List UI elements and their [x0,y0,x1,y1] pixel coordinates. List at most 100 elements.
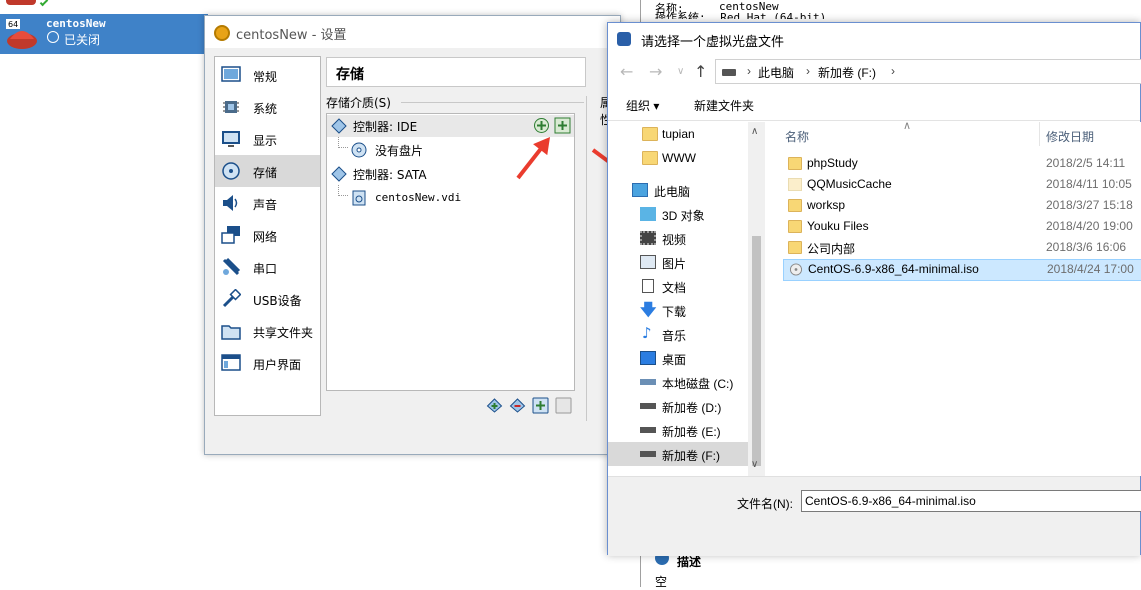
splitter[interactable] [586,96,587,421]
video-icon [640,231,656,245]
add-controller-icon[interactable] [486,397,503,414]
scroll-down-icon[interactable]: ∨ [751,459,758,470]
address-bar[interactable]: › 此电脑 › 新加卷 (F:) › [715,59,1141,84]
nav-item-tupian[interactable]: tupian [608,122,748,146]
drive-icon [640,403,656,409]
column-header-modified[interactable]: 修改日期 [1046,128,1094,145]
file-date: 2018/2/5 14:11 [1046,156,1126,170]
breadcrumb-this-pc[interactable]: 此电脑 [758,64,794,81]
up-icon[interactable]: ↑ [694,62,707,81]
nav-item-label: 此电脑 [654,185,691,199]
new-folder-button[interactable]: 新建文件夹 [694,97,754,114]
nav-item-display[interactable]: 显示 [215,123,320,155]
nav-item-drive-f[interactable]: 新加卷 (F:) [608,442,748,466]
navigation-bar: ← → ∨ ↑ › 此电脑 › 新加卷 (F:) › [608,55,1141,88]
nav-label: 声音 [253,198,278,212]
nav-item-label: 新加卷 (E:) [662,425,721,439]
download-icon: 🡇 [640,300,657,319]
user-interface-icon [221,354,241,371]
iso-disc-icon [789,263,803,276]
column-header-name[interactable]: 名称 [785,128,809,145]
nav-item-documents[interactable]: 文档 [608,274,748,298]
column-separator[interactable] [1039,122,1040,146]
nav-item-this-pc[interactable]: 此电脑 [608,178,748,202]
computer-icon [632,183,648,197]
drive-icon [640,427,656,433]
hard-disk-icon [352,190,366,206]
nav-item-label: 视频 [662,233,687,247]
page-header: 存储 [326,57,586,87]
desktop-icon [640,351,656,365]
add-attachment-icon[interactable] [532,397,549,414]
file-date: 2018/3/6 16:06 [1046,240,1127,254]
nav-item-label: 新加卷 (D:) [662,401,722,415]
nav-item-www[interactable]: WWW [608,146,748,170]
file-row-selected[interactable]: CentOS-6.9-x86_64-minimal.iso 2018/4/24 … [783,259,1141,281]
nav-item-user-interface[interactable]: 用户界面 [215,347,320,379]
nav-label: 系统 [253,102,278,116]
file-date: 2018/3/27 15:18 [1046,198,1133,212]
file-row[interactable]: Youku Files 2018/4/20 19:00 [783,217,1141,237]
nav-item-label: 文档 [662,281,687,295]
breadcrumb-separator: › [806,64,810,78]
file-dialog-titlebar[interactable]: 请选择一个虚拟光盘文件 [608,23,1140,54]
tree-label: centosNew.vdi [375,191,462,204]
nav-item-3d-objects[interactable]: 3D 对象 [608,202,748,226]
remove-controller-icon[interactable] [509,397,526,414]
file-row[interactable]: worksp 2018/3/27 15:18 [783,196,1141,216]
add-hard-disk-icon[interactable] [554,117,571,134]
file-date: 2018/4/24 17:00 [1047,262,1134,276]
scrollbar-thumb[interactable] [752,236,761,466]
file-row[interactable]: phpStudy 2018/2/5 14:11 [783,154,1141,174]
forward-icon[interactable]: → [649,62,662,81]
file-name: worksp [807,198,846,212]
pc-icon [722,69,736,76]
file-row[interactable]: QQMusicCache 2018/4/11 10:05 [783,175,1141,195]
vm-os-icon: 64 [4,17,38,51]
documents-icon [642,279,654,293]
nav-item-music[interactable]: ♪ 音乐 [608,322,748,346]
nav-item-videos[interactable]: 视频 [608,226,748,250]
file-name: phpStudy [807,156,858,170]
nav-item-system[interactable]: 系统 [215,91,320,123]
organize-button[interactable]: 组织 ▾ [626,97,659,114]
nav-item-drive-d[interactable]: 新加卷 (D:) [608,394,748,418]
nav-item-drive-e[interactable]: 新加卷 (E:) [608,418,748,442]
nav-item-downloads[interactable]: 🡇 下载 [608,298,748,322]
nav-item-audio[interactable]: 声音 [215,187,320,219]
nav-label: USB设备 [253,294,302,308]
filename-input[interactable]: CentOS-6.9-x86_64-minimal.iso [801,490,1141,512]
nav-item-usb[interactable]: USB设备 [215,283,320,315]
file-dialog-title: 请选择一个虚拟光盘文件 [641,34,785,49]
breadcrumb-separator: › [747,64,751,78]
navigation-scrollbar[interactable]: ∧ ∨ [748,122,765,476]
vm-list-item[interactable]: 64 centosNew 已关闭 [0,14,208,54]
tree-row-sata-controller[interactable]: 控制器: SATA [327,163,574,185]
file-row[interactable]: 公司内部 2018/3/6 16:06 [783,238,1141,258]
settings-titlebar[interactable]: centosNew - 设置 [205,16,620,48]
nav-label: 显示 [253,134,278,148]
nav-item-storage[interactable]: 存储 [215,155,320,187]
nav-item-general[interactable]: 常规 [215,59,320,91]
nav-item-shared-folders[interactable]: 共享文件夹 [215,315,320,347]
usb-icon [222,289,241,308]
recent-locations-icon[interactable]: ∨ [677,66,684,77]
nav-item-drive-c[interactable]: 本地磁盘 (C:) [608,370,748,394]
nav-item-pictures[interactable]: 图片 [608,250,748,274]
file-list: ∧ 名称 修改日期 phpStudy 2018/2/5 14:11 QQMusi… [765,119,1141,476]
tree-row-ide-controller[interactable]: 控制器: IDE [327,115,574,137]
details-os-value: Red Hat (64-bit) [720,11,827,19]
svg-text:64: 64 [8,20,18,29]
nav-item-network[interactable]: 网络 [215,219,320,251]
remove-attachment-icon[interactable] [555,397,572,414]
scroll-up-icon[interactable]: ∧ [751,126,758,137]
tree-row-vdi[interactable]: centosNew.vdi [327,187,574,209]
file-open-dialog: 请选择一个虚拟光盘文件 ← → ∨ ↑ › 此电脑 › 新加卷 (F:) › 组… [607,22,1141,556]
nav-item-desktop[interactable]: 桌面 [608,346,748,370]
details-os-row: 操作系统: Red Hat (64-bit) [655,11,855,19]
nav-item-serial[interactable]: 串口 [215,251,320,283]
nav-label: 共享文件夹 [253,326,314,340]
back-icon[interactable]: ← [620,62,633,81]
nav-item-label: 下载 [662,305,687,319]
breadcrumb-drive[interactable]: 新加卷 (F:) [818,64,876,81]
